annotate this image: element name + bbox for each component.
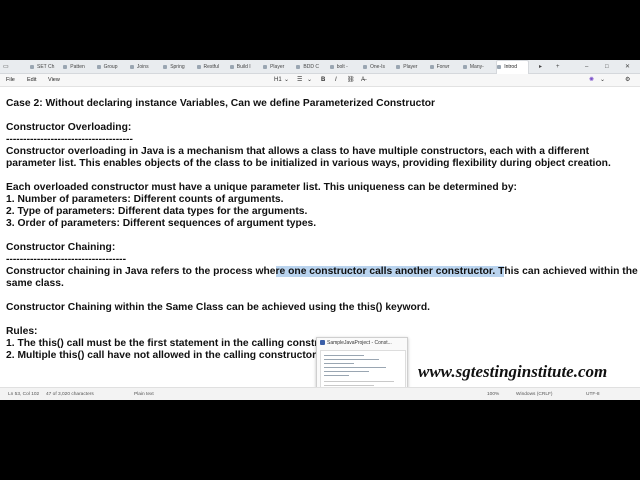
maximize-button[interactable]: □ [605, 61, 609, 73]
tab-item[interactable]: Joins [129, 61, 161, 73]
tab-item[interactable]: Player [396, 61, 427, 73]
tab-label: Many- [469, 64, 484, 70]
document-icon [462, 64, 467, 69]
tab-item[interactable]: Group [96, 61, 128, 73]
line-ending[interactable]: Windows (CRLF) [516, 388, 553, 400]
app-window: ▭ SET Ch Patten Group Joins Spring Restful Bui… [0, 60, 640, 400]
tab-item[interactable]: One-Is [363, 61, 394, 73]
doc-line: 2. Multiple this() call have not allowed… [6, 350, 319, 361]
tab-label: One-Is [370, 64, 386, 70]
minimize-button[interactable]: – [585, 61, 588, 73]
document-icon [63, 64, 68, 69]
tab-item[interactable]: SET Ch [30, 61, 61, 73]
doc-line: 2. Type of parameters: Different data ty… [6, 206, 308, 217]
encoding[interactable]: UTF-8 [586, 388, 600, 400]
text-selection: re one constructor calls another constru… [275, 266, 505, 277]
menu-bar: File Edit View H1 ⌄ ☰ ⌄ B I ⛓ A̶ ✺ ⌄ ⚙ [0, 74, 640, 87]
tab-item[interactable]: Build I [229, 61, 261, 73]
link-icon[interactable]: ⛓ [347, 74, 355, 86]
tab-label: Spring [170, 64, 185, 70]
heading-dropdown[interactable]: H1 [274, 74, 282, 86]
tab-bar: ▭ SET Ch Patten Group Joins Spring Restful Bui… [0, 60, 640, 74]
character-count: 47 of 3,020 characters [46, 392, 94, 397]
document-icon [163, 64, 168, 69]
menu-file[interactable]: File [6, 74, 15, 86]
chevron-down-icon[interactable]: ⌄ [600, 74, 605, 86]
chevron-down-icon[interactable]: ⌄ [307, 74, 312, 86]
tab-label: Patten [70, 64, 85, 70]
tab-label: Player [403, 64, 418, 70]
doc-line: Constructor Overloading: [6, 122, 132, 133]
tab-label: Forwr [436, 64, 450, 70]
window-icon: ▭ [3, 64, 9, 70]
new-tab-button[interactable]: + [556, 61, 560, 73]
document-icon [296, 64, 301, 69]
doc-line: Constructor overloading in Java is a mec… [6, 146, 590, 157]
document-icon [497, 64, 502, 69]
tab-label: Introd [504, 64, 517, 70]
document-icon [363, 64, 367, 69]
chevron-down-icon[interactable]: ⌄ [284, 74, 289, 86]
doc-line: Each overloaded constructor must have a … [6, 182, 517, 193]
doc-line: ------------------------------------- [6, 134, 133, 145]
doc-line: 1. The this() call must be the first sta… [6, 338, 319, 349]
tab-item[interactable]: Player [263, 61, 294, 73]
document-icon [96, 64, 101, 69]
doc-line-selected: Constructor chaining in Java refers to t… [6, 266, 638, 278]
clear-format-icon[interactable]: A̶ [361, 74, 365, 86]
document-icon [329, 64, 334, 69]
tab-item[interactable]: Spring [163, 61, 194, 73]
format-indicator[interactable]: Plain text [134, 388, 154, 400]
doc-line: same class. [6, 278, 64, 289]
tab-item[interactable]: Introd [496, 60, 530, 74]
tab-label: Group [103, 64, 118, 70]
tab-label: bolt - [336, 64, 348, 70]
close-button[interactable]: ✕ [625, 61, 630, 73]
tab-label: Player [270, 64, 285, 70]
tab-item[interactable]: Patten [63, 61, 94, 73]
copilot-icon[interactable]: ✺ [589, 74, 594, 86]
tab-item[interactable]: BDD C [296, 61, 327, 73]
watermark: www.sgtestinginstitute.com [418, 362, 608, 381]
menu-edit[interactable]: Edit [27, 74, 36, 86]
tab-item[interactable]: Restful [196, 61, 228, 73]
document-icon [263, 64, 268, 69]
document-icon [30, 64, 34, 69]
doc-line: Constructor Chaining within the Same Cla… [6, 302, 430, 313]
doc-line: 3. Order of parameters: Different sequen… [6, 218, 317, 229]
tab-label: Build I [236, 64, 251, 70]
document-icon [229, 64, 234, 69]
tab-item[interactable]: Forwr [429, 61, 461, 73]
cursor-position: Ln 53, Col 102 [8, 392, 40, 397]
tab-label: Joins [136, 64, 149, 70]
preview-title: SampleJavaProject - Const... [327, 340, 392, 346]
doc-line: 1. Number of parameters: Different count… [6, 194, 284, 205]
eclipse-icon [320, 340, 325, 346]
tab-scroll-right-icon[interactable]: ▸ [539, 61, 542, 73]
bold-button[interactable]: B [321, 74, 325, 86]
doc-line: Case 2: Without declaring instance Varia… [6, 98, 436, 109]
doc-line: ----------------------------------- [6, 254, 127, 265]
zoom-level[interactable]: 100% [487, 388, 499, 400]
doc-line: Constructor Chaining: [6, 242, 116, 253]
doc-text: Constructor chaining in Java refers to t… [6, 266, 276, 277]
menu-view[interactable]: View [48, 74, 60, 86]
document-icon [196, 64, 201, 69]
document-icon [429, 64, 434, 69]
italic-button[interactable]: I [335, 74, 337, 86]
doc-text: his can achieved within the [504, 266, 638, 277]
doc-line: parameter list. This enables objects of … [6, 158, 611, 169]
tab-item[interactable]: bolt - [329, 61, 361, 73]
tab-label: Restful [203, 64, 220, 70]
document-icon [129, 64, 134, 69]
status-bar: Ln 53, Col 102 47 of 3,020 characters Pl… [0, 387, 640, 400]
document-icon [396, 64, 401, 69]
doc-line: Rules: [6, 326, 38, 337]
list-icon[interactable]: ☰ [297, 74, 302, 86]
tab-label: BDD C [303, 64, 319, 70]
tab-label: SET Ch [37, 64, 55, 70]
tab-item[interactable]: Many- [462, 61, 494, 73]
settings-icon[interactable]: ⚙ [625, 74, 630, 86]
